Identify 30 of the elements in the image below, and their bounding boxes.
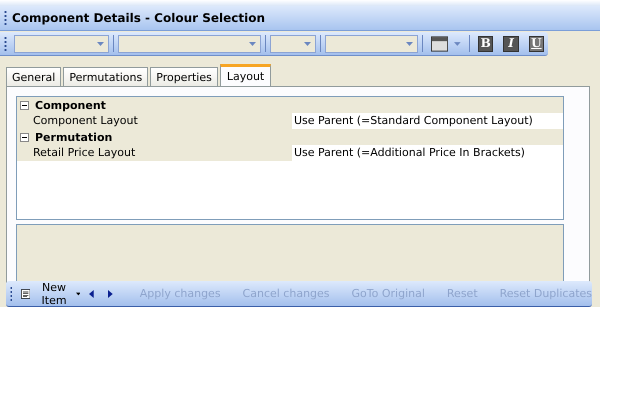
window-title: Component Details - Colour Selection (12, 11, 265, 25)
collapse-icon[interactable] (20, 100, 29, 110)
category-label: Permutation (35, 130, 112, 144)
format-button[interactable]: B (478, 36, 494, 52)
previous-icon[interactable] (89, 288, 94, 300)
dropdown-field[interactable] (14, 34, 110, 52)
caret-icon (97, 42, 104, 46)
category-label: Component (35, 98, 106, 112)
tab[interactable]: Permutations (63, 67, 148, 86)
caret-icon (249, 42, 256, 46)
next-icon[interactable] (108, 288, 113, 300)
property-name: Retail Price Layout (17, 145, 292, 161)
dropdown-field[interactable] (270, 34, 316, 52)
caret-icon (304, 42, 311, 46)
property-value[interactable]: Use Parent (=Standard Component Layout) (292, 113, 563, 129)
tab[interactable]: Layout (220, 64, 272, 86)
tab[interactable]: Properties (150, 67, 218, 86)
collapse-icon[interactable] (20, 132, 29, 142)
format-button[interactable]: U (528, 36, 544, 52)
window-layout-icon[interactable] (431, 36, 448, 52)
tab[interactable]: General (6, 67, 62, 86)
format-button[interactable]: I (503, 36, 519, 52)
dropdown-field[interactable] (324, 34, 418, 52)
new-item-button[interactable]: New Item (34, 280, 72, 306)
caret-icon (406, 42, 414, 46)
property-value[interactable]: Use Parent (=Additional Price In Brackets) (292, 145, 563, 161)
caret-icon[interactable] (76, 292, 80, 296)
document-icon (21, 286, 30, 300)
dropdown-field[interactable] (118, 34, 262, 52)
property-name: Component Layout (17, 113, 292, 129)
